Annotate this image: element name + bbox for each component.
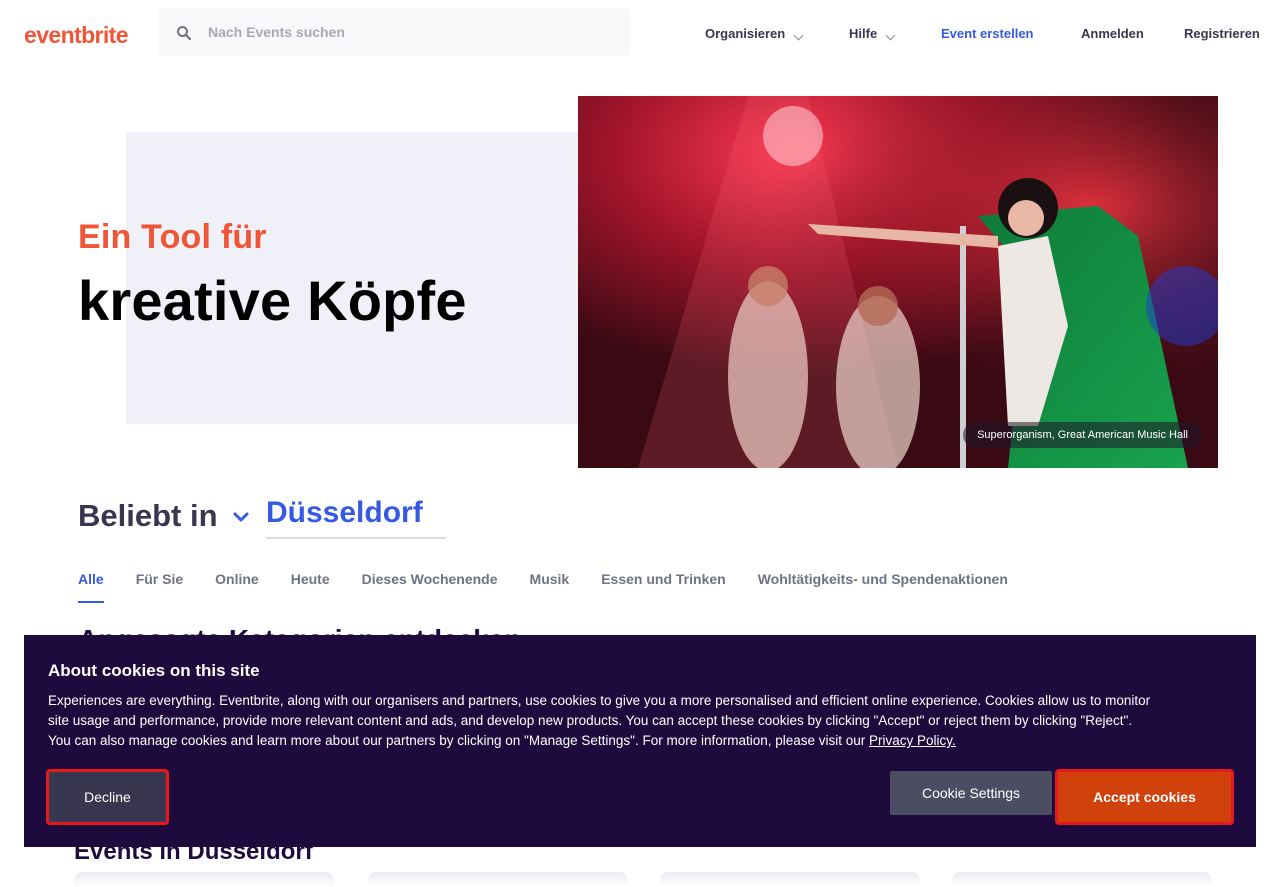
search-input[interactable]: [208, 8, 608, 56]
nav-create-event[interactable]: Event erstellen: [941, 26, 1034, 41]
nav-organize-label: Organisieren: [705, 26, 786, 41]
event-card[interactable]: [952, 872, 1212, 887]
hero-concert-photo: Superorganism, Great American Music Hall: [578, 96, 1218, 468]
event-card[interactable]: [660, 872, 920, 887]
cookie-text: Experiences are everything. Eventbrite, …: [48, 693, 1151, 748]
accept-cookies-button[interactable]: Accept cookies: [1055, 769, 1234, 825]
event-card[interactable]: [368, 872, 628, 887]
cookie-banner: About cookies on this site Experiences a…: [24, 635, 1256, 847]
event-card[interactable]: [74, 872, 334, 887]
cookie-description: Experiences are everything. Eventbrite, …: [48, 691, 1158, 751]
tab-this-weekend[interactable]: Dieses Wochenende: [362, 571, 498, 603]
search-bar[interactable]: [158, 8, 630, 56]
nav-register[interactable]: Registrieren: [1184, 26, 1260, 41]
hero-subtitle: Ein Tool für: [78, 218, 267, 256]
tab-music[interactable]: Musik: [530, 571, 570, 603]
chevron-down-icon[interactable]: [232, 508, 250, 526]
chevron-down-icon: [885, 30, 896, 41]
tab-all[interactable]: Alle: [78, 571, 104, 603]
tab-today[interactable]: Heute: [291, 571, 330, 603]
category-tabs: Alle Für Sie Online Heute Dieses Wochene…: [78, 571, 1040, 603]
search-icon: [177, 26, 192, 41]
hero-title: kreative Köpfe: [78, 269, 467, 332]
site-header: eventbrite Organisieren Hilfe Event erst…: [0, 0, 1280, 66]
tab-online[interactable]: Online: [215, 571, 259, 603]
privacy-policy-link[interactable]: Privacy Policy.: [869, 733, 956, 748]
city-selector[interactable]: Düsseldorf: [266, 496, 446, 539]
eventbrite-logo[interactable]: eventbrite: [24, 22, 129, 49]
popular-in-label: Beliebt in: [78, 498, 218, 533]
tab-for-you[interactable]: Für Sie: [136, 571, 183, 603]
cookie-title: About cookies on this site: [48, 661, 260, 680]
tab-charity[interactable]: Wohltätigkeits- und Spendenaktionen: [758, 571, 1008, 603]
photo-caption: Superorganism, Great American Music Hall: [963, 422, 1202, 448]
chevron-down-icon: [793, 30, 804, 41]
nav-help-label: Hilfe: [849, 26, 878, 41]
nav-login[interactable]: Anmelden: [1081, 26, 1144, 41]
nav-help[interactable]: Hilfe: [849, 26, 896, 41]
nav-organize[interactable]: Organisieren: [705, 26, 804, 41]
decline-button[interactable]: Decline: [46, 769, 169, 825]
cookie-settings-button[interactable]: Cookie Settings: [890, 771, 1052, 815]
tab-food-drink[interactable]: Essen und Trinken: [601, 571, 725, 603]
